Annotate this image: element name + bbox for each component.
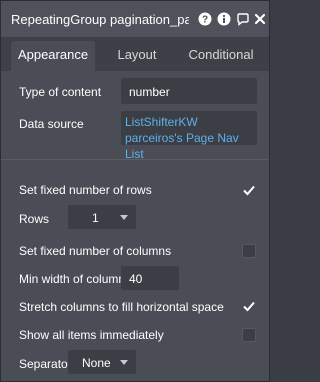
tab-bar: Appearance Layout Conditional: [1, 37, 269, 71]
help-icon[interactable]: ?: [198, 12, 212, 26]
stretch-columns-checkbox[interactable]: [242, 299, 256, 313]
section-divider: [1, 159, 269, 160]
fixed-columns-checkbox[interactable]: [242, 244, 256, 258]
comment-icon[interactable]: [236, 12, 250, 26]
element-name-title[interactable]: RepeatingGroup pagination_parceiros: [11, 12, 189, 27]
title-bar[interactable]: RepeatingGroup pagination_parceiros ?: [1, 1, 269, 37]
min-width-input[interactable]: 40: [121, 266, 179, 290]
property-editor-panel: RepeatingGroup pagination_parceiros ? Ap…: [0, 0, 270, 382]
info-icon[interactable]: [217, 12, 231, 26]
fixed-rows-checkbox[interactable]: [242, 183, 256, 197]
separator-value: None: [82, 356, 111, 370]
chevron-down-icon: [120, 360, 128, 365]
show-all-checkbox[interactable]: [242, 328, 256, 342]
data-source-expression[interactable]: ListShifterKW parceiros's Page Nav List: [125, 114, 253, 162]
data-source-field[interactable]: ListShifterKW parceiros's Page Nav List: [121, 111, 257, 161]
checkmark-icon: [243, 301, 255, 312]
tab-layout[interactable]: Layout: [101, 41, 173, 71]
stretch-columns-label: Stretch columns to fill horizontal space: [19, 300, 224, 314]
close-icon[interactable]: [253, 12, 267, 26]
fixed-columns-label: Set fixed number of columns: [19, 244, 172, 258]
data-source-label: Data source: [19, 117, 84, 131]
min-width-label: Min width of column: [19, 272, 126, 286]
type-of-content-value: number: [129, 85, 170, 99]
svg-text:?: ?: [202, 15, 208, 26]
min-width-value: 40: [129, 272, 143, 286]
fixed-rows-label: Set fixed number of rows: [19, 183, 152, 197]
type-of-content-label: Type of content: [19, 85, 102, 99]
tab-appearance[interactable]: Appearance: [11, 41, 95, 71]
show-all-label: Show all items immediately: [19, 328, 164, 342]
checkmark-icon: [243, 185, 255, 196]
separator-label: Separator: [19, 357, 72, 371]
rows-value: 1: [92, 211, 99, 225]
rows-dropdown[interactable]: 1: [68, 205, 136, 229]
tab-conditional[interactable]: Conditional: [179, 41, 263, 71]
type-of-content-dropdown[interactable]: number: [121, 78, 257, 104]
rows-label: Rows: [19, 212, 50, 226]
separator-dropdown[interactable]: None: [68, 350, 136, 374]
chevron-down-icon: [120, 215, 128, 220]
